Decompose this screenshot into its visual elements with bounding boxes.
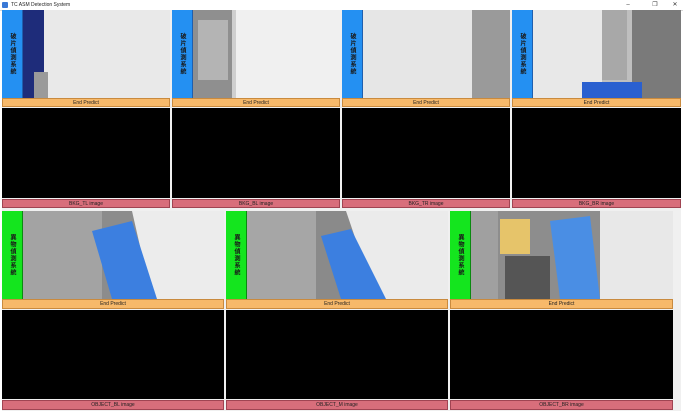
image-label-bl: BKG_BL image	[172, 199, 340, 208]
image-output-br	[512, 108, 681, 198]
main-panel: 破片偵測系統 End Predict BKG_TL image 破片偵測系統 E…	[2, 10, 681, 411]
object-label-br: OBJECT_BR image	[450, 400, 673, 410]
object-label-m: OBJECT_M image	[226, 400, 448, 410]
object-feed-bl	[2, 211, 224, 299]
object-output-bl	[2, 310, 224, 399]
predict-label: End Predict	[2, 98, 170, 107]
predict-label: End Predict	[512, 98, 681, 107]
camera-cell-tr: 破片偵測系統 End Predict BKG_TR image	[342, 10, 510, 210]
predict-label: End Predict	[342, 98, 510, 107]
predict-label: End Predict	[2, 299, 224, 309]
object-view-br: 異物偵測系統	[450, 211, 673, 299]
close-button[interactable]: ✕	[664, 0, 683, 10]
app-icon	[2, 2, 8, 8]
predict-label: End Predict	[450, 299, 673, 309]
image-label-br: BKG_BR image	[512, 199, 681, 208]
object-cell-br: 異物偵測系統 End Predict OBJECT_BR image	[450, 211, 673, 411]
object-view-bl: 異物偵測系統	[2, 211, 224, 299]
fragment-system-tag: 破片偵測系統	[512, 10, 533, 98]
camera-feed-br	[512, 10, 681, 98]
object-output-br	[450, 310, 673, 399]
camera-feed-tl	[2, 10, 170, 98]
camera-feed-bl	[172, 10, 340, 98]
image-label-tl: BKG_TL image	[2, 199, 170, 208]
predict-label: End Predict	[226, 299, 448, 309]
object-cell-bl: 異物偵測系統 End Predict OBJECT_BL image	[2, 211, 224, 411]
camera-cell-br: 破片偵測系統 End Predict BKG_BR image	[512, 10, 681, 210]
object-view-m: 異物偵測系統	[226, 211, 448, 299]
object-label-bl: OBJECT_BL image	[2, 400, 224, 410]
foreign-object-system-tag: 異物偵測系統	[226, 211, 247, 299]
camera-view-bl: 破片偵測系統	[172, 10, 340, 98]
fragment-system-tag: 破片偵測系統	[172, 10, 193, 98]
image-output-tr	[342, 108, 510, 198]
fragment-system-tag: 破片偵測系統	[342, 10, 363, 98]
camera-feed-tr	[342, 10, 510, 98]
maximize-button[interactable]: ❐	[644, 0, 666, 10]
minimize-button[interactable]: –	[617, 0, 639, 10]
fragment-system-tag: 破片偵測系統	[2, 10, 23, 98]
object-feed-m	[226, 211, 448, 299]
window-title: TC ASM Detection System	[11, 2, 71, 8]
object-feed-br	[450, 211, 673, 299]
object-output-m	[226, 310, 448, 399]
foreign-object-system-tag: 異物偵測系統	[450, 211, 471, 299]
image-output-bl	[172, 108, 340, 198]
object-cell-m: 異物偵測系統 End Predict OBJECT_M image	[226, 211, 448, 411]
camera-view-br: 破片偵測系統	[512, 10, 681, 98]
foreign-object-system-tag: 異物偵測系統	[2, 211, 23, 299]
camera-cell-tl: 破片偵測系統 End Predict BKG_TL image	[2, 10, 170, 210]
camera-view-tr: 破片偵測系統	[342, 10, 510, 98]
image-output-tl	[2, 108, 170, 198]
predict-label: End Predict	[172, 98, 340, 107]
camera-view-tl: 破片偵測系統	[2, 10, 170, 98]
image-label-tr: BKG_TR image	[342, 199, 510, 208]
camera-cell-bl: 破片偵測系統 End Predict BKG_BL image	[172, 10, 340, 210]
